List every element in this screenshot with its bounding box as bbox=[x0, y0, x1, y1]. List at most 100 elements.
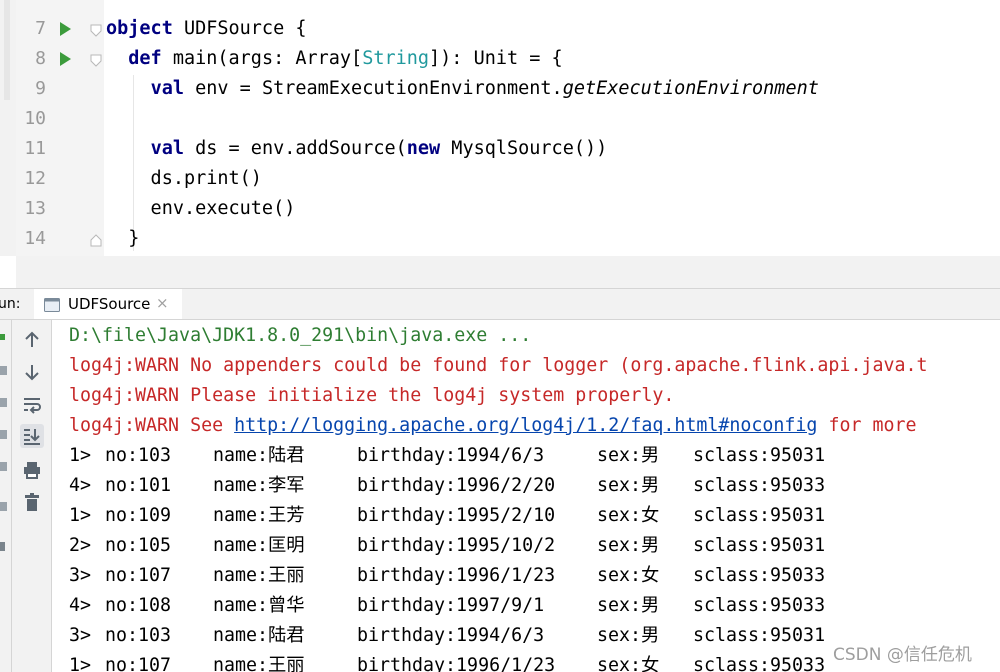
row-birthday: birthday:1996/2/20 bbox=[357, 475, 556, 496]
warn-prefix: log4j:WARN See bbox=[69, 415, 235, 436]
pin-icon[interactable] bbox=[0, 462, 7, 471]
faq-link[interactable]: http://logging.apache.org/log4j/1.2/faq.… bbox=[234, 415, 817, 436]
row-birthday: birthday:1994/6/3 bbox=[357, 625, 545, 646]
row-prefix: 4> bbox=[69, 595, 92, 616]
row-birthday: birthday:1994/6/3 bbox=[357, 445, 545, 466]
output-row: 3> no:107 name:王丽 birthday:1996/1/23 sex:女 sc… bbox=[52, 561, 1000, 591]
row-no: no:108 bbox=[105, 595, 172, 616]
console-output[interactable]: D:\file\Java\JDK1.8.0_291\bin\java.exe .… bbox=[52, 320, 1000, 672]
expand-icon[interactable] bbox=[0, 542, 5, 551]
row-prefix: 1> bbox=[69, 445, 92, 466]
code-token: ds.print() bbox=[106, 168, 262, 189]
trash-icon[interactable] bbox=[20, 490, 44, 514]
watermark: CSDN @信任危机 bbox=[833, 645, 972, 665]
row-prefix: 3> bbox=[69, 625, 92, 646]
run-tool-window-header: un: UDFSource × bbox=[0, 288, 1000, 320]
code-line[interactable]: 11 val ds = env.addSource(new MysqlSourc… bbox=[0, 134, 1000, 164]
code-token: object bbox=[106, 18, 173, 39]
row-no: no:105 bbox=[105, 535, 172, 556]
line-number: 12 bbox=[24, 168, 46, 189]
editor-bottom-area bbox=[16, 256, 1000, 288]
row-prefix: 4> bbox=[69, 475, 92, 496]
code-line[interactable]: 12 ds.print() bbox=[0, 164, 1000, 194]
row-sex: sex:男 bbox=[597, 625, 660, 646]
output-row: 4> no:108 name:曾华 birthday:1997/9/1 sex:男 scl… bbox=[52, 591, 1000, 621]
run-label: un: bbox=[0, 296, 21, 312]
output-row: 1> no:103 name:陆君 birthday:1994/6/3 sex:男 scl… bbox=[52, 441, 1000, 471]
run-gutter-icon[interactable] bbox=[60, 52, 71, 66]
scroll-to-end-icon[interactable] bbox=[20, 424, 44, 448]
row-sclass: sclass:95033 bbox=[693, 595, 826, 616]
code-token: ds = env.addSource( bbox=[183, 138, 407, 159]
close-icon[interactable]: × bbox=[156, 294, 169, 312]
row-birthday: birthday:1996/1/23 bbox=[357, 565, 556, 586]
code-text: val env = StreamExecutionEnvironment.get… bbox=[106, 74, 819, 104]
code-token: getExecutionEnvironment bbox=[562, 78, 819, 99]
code-line[interactable]: 14 } bbox=[0, 224, 1000, 254]
settings-icon[interactable] bbox=[0, 430, 7, 439]
warn-line: log4j:WARN Please initialize the log4j s… bbox=[69, 385, 675, 406]
code-line[interactable]: 13 env.execute() bbox=[0, 194, 1000, 224]
row-birthday: birthday:1995/2/10 bbox=[357, 505, 556, 526]
code-token: main(args: Array[ bbox=[161, 48, 363, 69]
code-text: } bbox=[106, 224, 139, 254]
row-name: name:陆君 bbox=[213, 445, 305, 466]
row-sex: sex:女 bbox=[597, 505, 660, 526]
row-birthday: birthday:1997/9/1 bbox=[357, 595, 545, 616]
code-token: env = StreamExecutionEnvironment. bbox=[183, 78, 563, 99]
row-sclass: sclass:95031 bbox=[693, 625, 826, 646]
output-row: 2> no:105 name:匡明 birthday:1995/10/2 sex:男 sc… bbox=[52, 531, 1000, 561]
code-token: new bbox=[406, 138, 441, 159]
row-name: name:匡明 bbox=[213, 535, 305, 556]
editor-margin bbox=[0, 256, 16, 288]
fold-icon[interactable] bbox=[90, 22, 102, 37]
line-number: 10 bbox=[24, 108, 46, 129]
tab-udfsource[interactable]: UDFSource × bbox=[34, 289, 182, 319]
row-prefix: 3> bbox=[69, 565, 92, 586]
line-number: 11 bbox=[24, 138, 46, 159]
row-sclass: sclass:95033 bbox=[693, 655, 826, 672]
code-text: val ds = env.addSource(new MysqlSource()… bbox=[106, 134, 608, 164]
row-birthday: birthday:1995/10/2 bbox=[357, 535, 556, 556]
rerun-icon[interactable] bbox=[0, 334, 5, 340]
code-text: ds.print() bbox=[106, 164, 262, 194]
left-tool-strip bbox=[0, 320, 12, 672]
warn-line: log4j:WARN No appenders could be found f… bbox=[69, 355, 928, 376]
line-number: 9 bbox=[35, 78, 46, 99]
fold-icon[interactable] bbox=[90, 232, 102, 247]
row-no: no:107 bbox=[105, 655, 172, 672]
row-sclass: sclass:95031 bbox=[693, 535, 826, 556]
line-number: 8 bbox=[35, 48, 46, 69]
row-prefix: 1> bbox=[69, 655, 92, 672]
code-line[interactable]: 9 val env = StreamExecutionEnvironment.g… bbox=[0, 74, 1000, 104]
code-text: env.execute() bbox=[106, 194, 296, 224]
row-name: name:王芳 bbox=[213, 505, 305, 526]
fold-icon[interactable] bbox=[90, 52, 102, 67]
down-arrow-icon[interactable] bbox=[20, 360, 44, 384]
code-token: String bbox=[362, 48, 430, 69]
row-sclass: sclass:95031 bbox=[693, 505, 826, 526]
row-name: name:王丽 bbox=[213, 655, 305, 672]
row-prefix: 1> bbox=[69, 505, 92, 526]
code-line[interactable]: 8 def main(args: Array[String]): Unit = … bbox=[0, 44, 1000, 74]
code-line[interactable]: 7 object UDFSource { bbox=[0, 14, 1000, 44]
run-config-icon bbox=[44, 297, 60, 312]
tab-label: UDFSource bbox=[68, 295, 151, 313]
soft-wrap-icon[interactable] bbox=[20, 392, 44, 416]
up-arrow-icon[interactable] bbox=[20, 328, 44, 352]
row-no: no:103 bbox=[105, 625, 172, 646]
row-prefix: 2> bbox=[69, 535, 92, 556]
row-sex: sex:男 bbox=[597, 445, 660, 466]
code-token: ]): Unit = { bbox=[429, 48, 563, 69]
run-gutter-icon[interactable] bbox=[60, 22, 71, 36]
code-editor[interactable]: 7 object UDFSource {8 def main(args: Arra… bbox=[0, 0, 1000, 256]
code-line[interactable]: 10 bbox=[0, 104, 1000, 134]
stop-icon[interactable] bbox=[0, 366, 7, 375]
row-sclass: sclass:95033 bbox=[693, 475, 826, 496]
restore-layout-icon[interactable] bbox=[0, 398, 7, 407]
layout-icon[interactable] bbox=[0, 502, 7, 511]
code-text: def main(args: Array[String]): Unit = { bbox=[106, 44, 563, 74]
print-icon[interactable] bbox=[20, 458, 44, 482]
